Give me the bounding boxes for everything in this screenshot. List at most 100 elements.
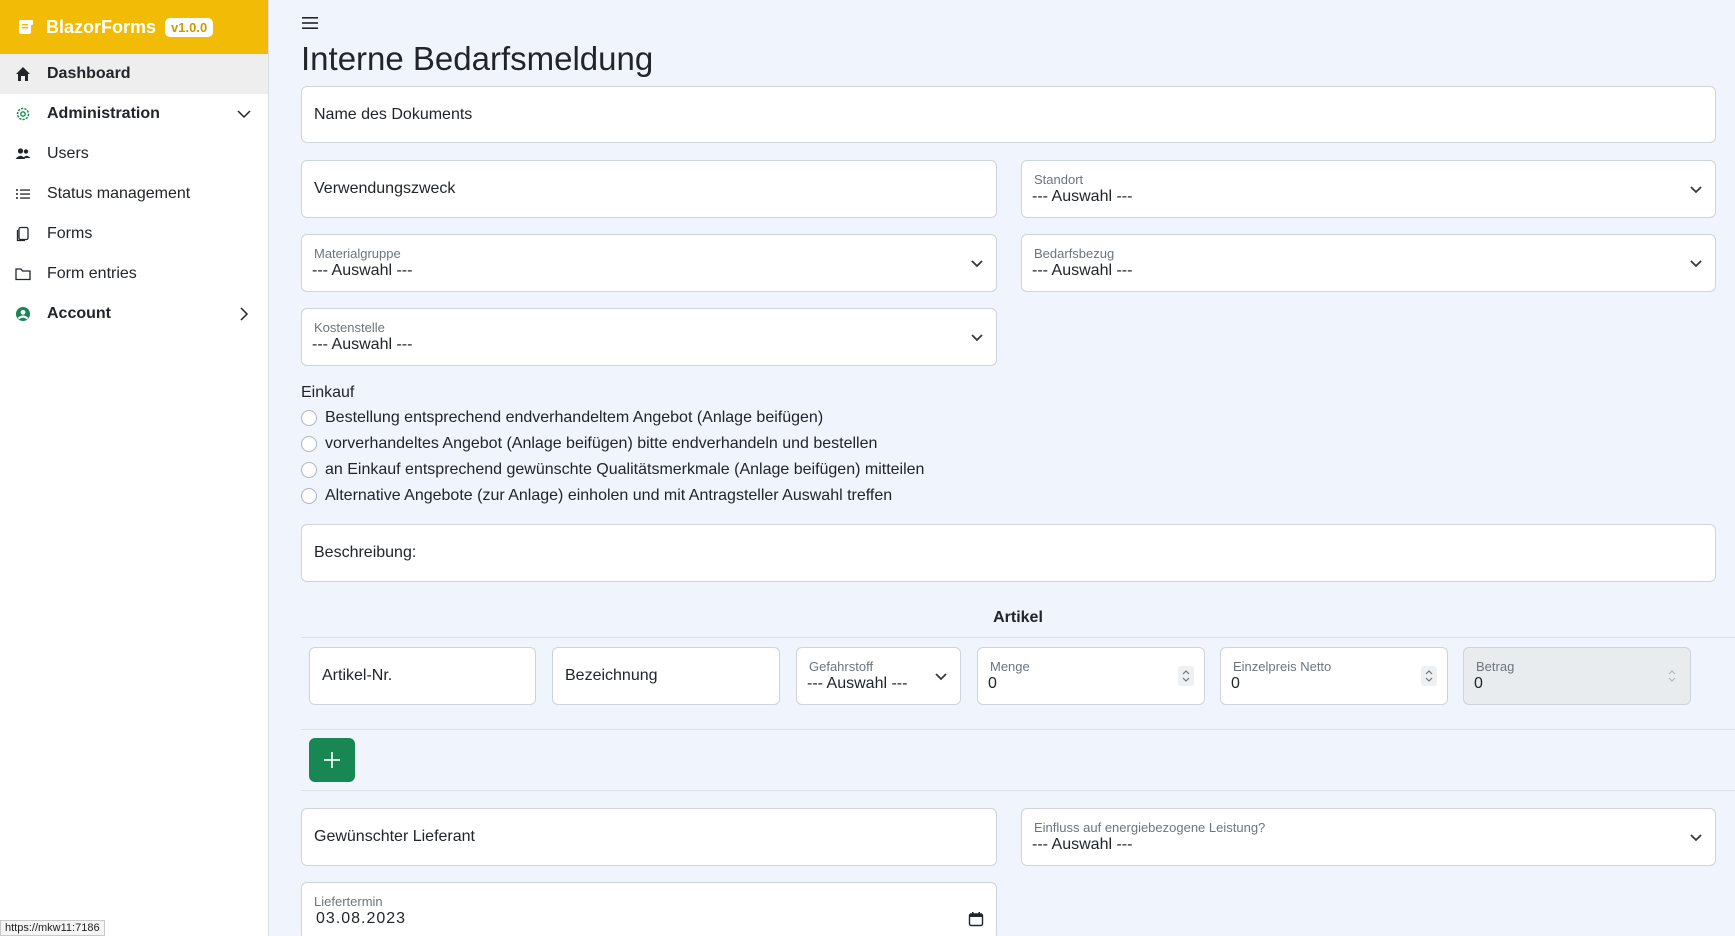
- bedarfsbezug-select[interactable]: Bedarfsbezug --- Auswahl ---: [1021, 234, 1716, 292]
- chevron-down-icon: [970, 330, 984, 344]
- plus-icon: [324, 752, 340, 768]
- verwendungszweck-placeholder: Verwendungszweck: [314, 180, 456, 197]
- main-content: Interne Bedarfsmeldung Name des Dokument…: [269, 0, 1735, 936]
- bedarfsbezug-label: Bedarfsbezug: [1034, 246, 1115, 261]
- radio-button[interactable]: [301, 410, 317, 426]
- chevron-down-icon: [1689, 256, 1703, 270]
- einfluss-label: Einfluss auf energiebezogene Leistung?: [1034, 820, 1266, 835]
- gefahrstoff-select[interactable]: Gefahrstoff --- Auswahl ---: [796, 647, 961, 705]
- sidebar-item-label: Form entries: [47, 265, 137, 282]
- sidebar-item-label: Users: [47, 145, 89, 162]
- einkauf-option-4[interactable]: Alternative Angebote (zur Anlage) einhol…: [301, 487, 892, 505]
- materialgruppe-select[interactable]: Materialgruppe --- Auswahl ---: [301, 234, 997, 292]
- document-name-input[interactable]: Name des Dokuments: [301, 86, 1716, 143]
- menu-toggle-button[interactable]: [301, 14, 321, 34]
- artikel-nr-input[interactable]: Artikel-Nr.: [309, 647, 536, 705]
- kostenstelle-label: Kostenstelle: [314, 320, 385, 335]
- kostenstelle-value: --- Auswahl ---: [312, 336, 413, 353]
- brand-bar[interactable]: BlazorForms v1.0.0: [0, 0, 268, 54]
- hamburger-icon: [302, 17, 318, 29]
- menge-label: Menge: [990, 659, 1030, 674]
- user-circle-icon: [14, 305, 32, 323]
- chevron-down-icon: [970, 256, 984, 270]
- artikel-nr-placeholder: Artikel-Nr.: [322, 667, 393, 684]
- number-spinner-icon: [1664, 666, 1680, 686]
- kostenstelle-select[interactable]: Kostenstelle --- Auswahl ---: [301, 308, 997, 366]
- lieferant-placeholder: Gewünschter Lieferant: [314, 828, 475, 845]
- sidebar-item-label: Dashboard: [47, 65, 131, 82]
- sidebar-item-form-entries[interactable]: Form entries: [0, 254, 268, 294]
- einkauf-option-3[interactable]: an Einkauf entsprechend gewünschte Quali…: [301, 461, 924, 479]
- sidebar-item-forms[interactable]: Forms: [0, 214, 268, 254]
- radio-button[interactable]: [301, 462, 317, 478]
- artikel-heading: Artikel: [993, 609, 1043, 626]
- divider: [301, 790, 1735, 791]
- home-icon: [14, 65, 32, 83]
- radio-button[interactable]: [301, 436, 317, 452]
- sidebar-item-users[interactable]: Users: [0, 134, 268, 174]
- einzelpreis-value: 0: [1231, 675, 1240, 692]
- calendar-icon[interactable]: [968, 911, 984, 927]
- divider: [301, 637, 1735, 638]
- sidebar-item-label: Forms: [47, 225, 93, 242]
- einzelpreis-label: Einzelpreis Netto: [1233, 659, 1332, 674]
- einkauf-option-2[interactable]: vorverhandeltes Angebot (Anlage beifügen…: [301, 435, 877, 453]
- menge-input[interactable]: Menge 0: [977, 647, 1205, 705]
- chevron-down-icon: [1689, 182, 1703, 196]
- app-name: BlazorForms: [46, 16, 157, 37]
- standort-select[interactable]: Standort --- Auswahl ---: [1021, 160, 1716, 218]
- bezeichnung-placeholder: Bezeichnung: [565, 667, 658, 684]
- radio-label: vorverhandeltes Angebot (Anlage beifügen…: [325, 435, 878, 452]
- standort-value: --- Auswahl ---: [1032, 188, 1133, 205]
- sidebar-item-label: Status management: [47, 185, 191, 202]
- beschreibung-input[interactable]: Beschreibung:: [301, 524, 1716, 582]
- menge-value: 0: [988, 675, 997, 692]
- materialgruppe-value: --- Auswahl ---: [312, 262, 413, 279]
- chevron-right-icon: [236, 306, 252, 322]
- lieferant-input[interactable]: Gewünschter Lieferant: [301, 808, 997, 866]
- einkauf-option-1[interactable]: Bestellung entsprechend endverhandeltem …: [301, 409, 823, 427]
- number-spinner-icon[interactable]: [1178, 666, 1194, 686]
- liefertermin-value: 03.08.2023: [316, 910, 407, 927]
- gear-icon: [14, 105, 32, 123]
- copy-icon: [14, 225, 32, 243]
- chevron-down-icon: [1689, 830, 1703, 844]
- logo-icon: [16, 17, 36, 37]
- gefahrstoff-value: --- Auswahl ---: [807, 675, 908, 692]
- page-title: Interne Bedarfsmeldung: [301, 40, 654, 77]
- sidebar-item-dashboard[interactable]: Dashboard: [0, 54, 268, 94]
- einzelpreis-input[interactable]: Einzelpreis Netto 0: [1220, 647, 1448, 705]
- number-spinner-icon[interactable]: [1421, 666, 1437, 686]
- betrag-label: Betrag: [1476, 659, 1515, 674]
- list-icon: [14, 185, 32, 203]
- add-article-button[interactable]: [309, 738, 355, 782]
- sidebar-item-status-management[interactable]: Status management: [0, 174, 268, 214]
- einfluss-select[interactable]: Einfluss auf energiebezogene Leistung? -…: [1021, 808, 1716, 866]
- bedarfsbezug-value: --- Auswahl ---: [1032, 262, 1133, 279]
- einkauf-label: Einkauf: [301, 384, 355, 401]
- verwendungszweck-input[interactable]: Verwendungszweck: [301, 160, 997, 218]
- standort-label: Standort: [1034, 172, 1084, 187]
- sidebar-nav: Dashboard Administration Users Status ma…: [0, 54, 268, 334]
- gefahrstoff-label: Gefahrstoff: [809, 659, 874, 674]
- document-name-placeholder: Name des Dokuments: [314, 105, 473, 123]
- chevron-down-icon: [934, 669, 948, 683]
- betrag-input: Betrag 0: [1463, 647, 1691, 705]
- sidebar-item-account[interactable]: Account: [0, 294, 268, 334]
- chevron-down-icon: [236, 106, 252, 122]
- version-badge: v1.0.0: [165, 17, 214, 37]
- radio-button[interactable]: [301, 488, 317, 504]
- status-url: https://mkw11:7186: [0, 920, 105, 936]
- radio-label: an Einkauf entsprechend gewünschte Quali…: [325, 461, 925, 478]
- divider: [301, 729, 1735, 730]
- liefertermin-label: Liefertermin: [314, 894, 383, 909]
- materialgruppe-label: Materialgruppe: [314, 246, 401, 261]
- users-icon: [14, 145, 32, 163]
- sidebar-item-label: Account: [47, 305, 111, 322]
- sidebar-item-administration[interactable]: Administration: [0, 94, 268, 134]
- liefertermin-date-input[interactable]: Liefertermin 03.08.2023: [301, 882, 997, 936]
- einfluss-value: --- Auswahl ---: [1032, 836, 1133, 853]
- folder-icon: [14, 265, 32, 283]
- betrag-value: 0: [1474, 675, 1483, 692]
- bezeichnung-input[interactable]: Bezeichnung: [552, 647, 780, 705]
